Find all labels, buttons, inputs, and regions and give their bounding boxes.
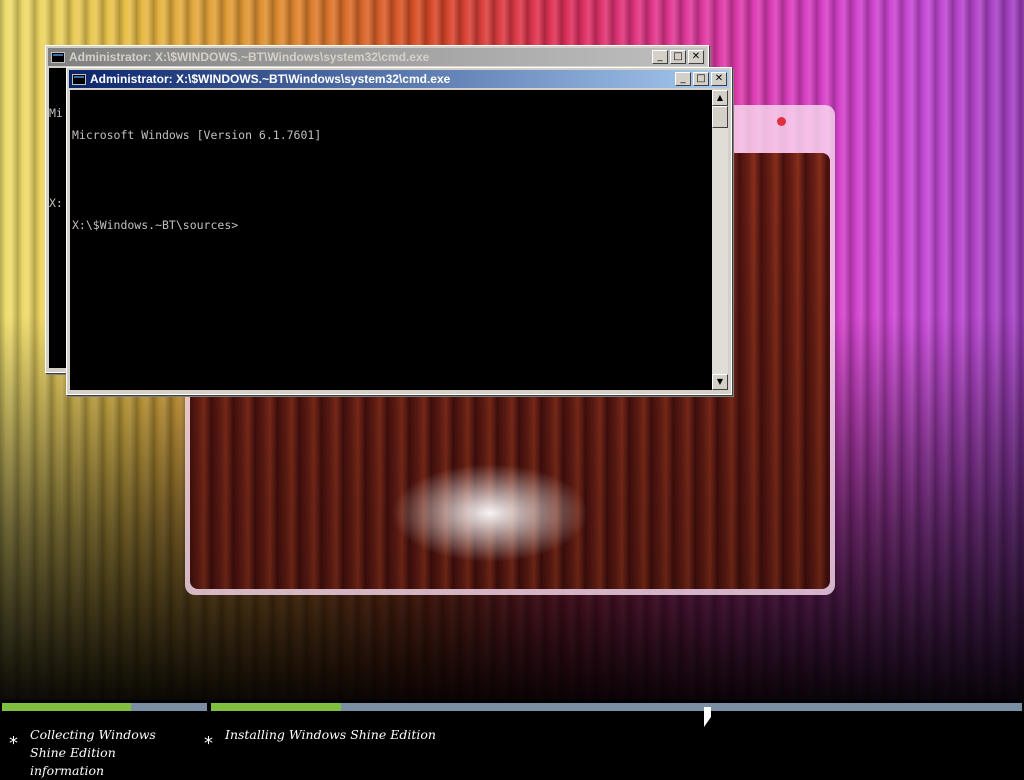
close-icon[interactable]: ✕	[688, 50, 704, 64]
step-collecting-info: Collecting Windows Shine Edition informa…	[30, 727, 156, 778]
setup-progress	[0, 702, 1024, 712]
console-icon	[72, 73, 86, 85]
window-title: Administrator: X:\$WINDOWS.~BT\Windows\s…	[90, 72, 451, 86]
minimize-icon[interactable]: _	[675, 72, 691, 86]
console-line: Microsoft Windows [Version 6.1.7601]	[72, 128, 322, 142]
maximize-icon[interactable]: □	[693, 72, 709, 86]
scroll-up-icon[interactable]: ▲	[712, 90, 728, 106]
console-output[interactable]: Microsoft Windows [Version 6.1.7601] X:\…	[70, 90, 712, 390]
progress-track-installing	[211, 703, 1022, 711]
console-line: X:\$Windows.~BT\sources>	[72, 218, 239, 232]
step-bullet: *	[9, 733, 18, 754]
progress-fill-collecting	[2, 703, 132, 711]
window-title: Administrator: X:\$WINDOWS.~BT\Windows\s…	[69, 50, 430, 64]
titlebar[interactable]: Administrator: X:\$WINDOWS.~BT\Windows\s…	[69, 70, 729, 88]
minimize-icon[interactable]: _	[652, 50, 668, 64]
progress-fill-installing	[211, 703, 341, 711]
scroll-down-icon[interactable]: ▼	[712, 374, 728, 390]
titlebar[interactable]: Administrator: X:\$WINDOWS.~BT\Windows\s…	[48, 48, 706, 66]
cmd-window-foreground[interactable]: Administrator: X:\$WINDOWS.~BT\Windows\s…	[66, 67, 732, 395]
vertical-scrollbar[interactable]: ▲ ▼	[712, 90, 728, 390]
panel-close-dot[interactable]	[777, 117, 786, 126]
progress-track-collecting	[2, 703, 207, 711]
console-icon	[51, 51, 65, 63]
maximize-icon[interactable]: □	[670, 50, 686, 64]
close-icon[interactable]: ✕	[711, 72, 727, 86]
step-installing: Installing Windows Shine Edition	[225, 727, 436, 742]
step-bullet: *	[204, 733, 213, 754]
scrollbar-thumb[interactable]	[712, 106, 728, 128]
mouse-cursor-icon	[704, 707, 711, 727]
